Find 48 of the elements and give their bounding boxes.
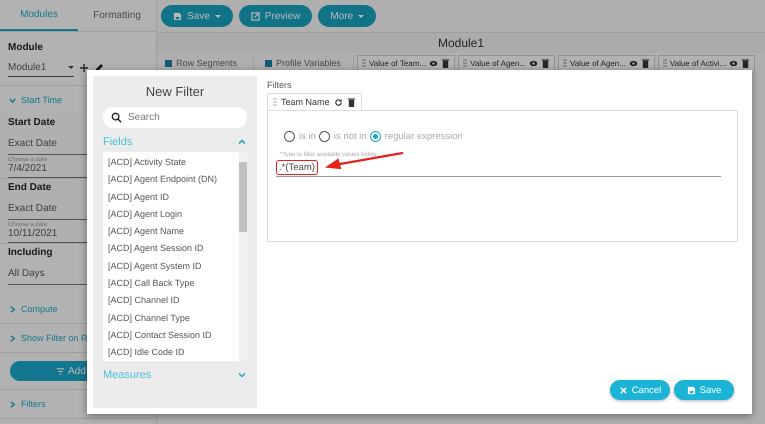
- eye-icon[interactable]: [528, 58, 538, 68]
- field-label: Start Date: [8, 117, 56, 128]
- filter-icon: [56, 366, 65, 376]
- dialog-title: New Filter: [144, 83, 206, 101]
- radio-button[interactable]: [370, 131, 381, 142]
- more-button[interactable]: More: [318, 5, 376, 27]
- save-button[interactable]: Save: [161, 5, 233, 27]
- drag-handle-icon[interactable]: [662, 59, 667, 67]
- trash-icon[interactable]: [540, 58, 550, 68]
- field-label: Module: [8, 42, 44, 53]
- option-label: is not in: [334, 131, 367, 142]
- caret-icon: [358, 14, 364, 18]
- date-value: 10/11/2021: [8, 228, 58, 239]
- plus-icon[interactable]: [79, 63, 89, 73]
- eye-icon[interactable]: [628, 58, 638, 68]
- refresh-icon[interactable]: [334, 98, 343, 106]
- radio-button[interactable]: [318, 131, 330, 142]
- drag-handle-icon[interactable]: [463, 59, 468, 67]
- field-label: End Date: [8, 182, 52, 193]
- trash-icon[interactable]: [441, 58, 450, 68]
- search-bar[interactable]: Search: [103, 107, 247, 128]
- module-title: Module1: [157, 32, 765, 53]
- regex-input[interactable]: .*(Team): [276, 160, 318, 174]
- radio-button[interactable]: [284, 131, 295, 142]
- trash-icon[interactable]: [741, 58, 750, 68]
- drag-handle-icon[interactable]: [273, 98, 277, 106]
- close-icon: [618, 386, 628, 394]
- scrollbar[interactable]: [239, 152, 247, 361]
- sidebar-tab[interactable]: Formatting: [78, 0, 156, 31]
- eye-icon[interactable]: [729, 58, 738, 68]
- section-label: Filters: [267, 80, 292, 90]
- caret-icon: [214, 14, 221, 18]
- preview-button[interactable]: Preview: [238, 5, 312, 27]
- option-label: regular expression: [384, 131, 463, 142]
- drag-handle-icon[interactable]: [362, 59, 366, 67]
- date-value: 7/4/2021: [8, 163, 47, 174]
- trash-icon[interactable]: [640, 58, 650, 68]
- trash-icon[interactable]: [346, 98, 356, 106]
- option-label: is in: [299, 131, 316, 142]
- eye-icon[interactable]: [429, 58, 438, 68]
- search-icon: [111, 112, 122, 123]
- caret-icon: [68, 66, 74, 69]
- external-link-icon: [250, 12, 260, 20]
- module-dropdown[interactable]: Module1: [8, 59, 74, 77]
- field-label: Including: [8, 247, 52, 258]
- field-item[interactable]: [ACD] Agent Session ID: [108, 240, 234, 258]
- drag-handle-icon[interactable]: [562, 59, 567, 67]
- filter-tab[interactable]: Team Name: [267, 93, 362, 110]
